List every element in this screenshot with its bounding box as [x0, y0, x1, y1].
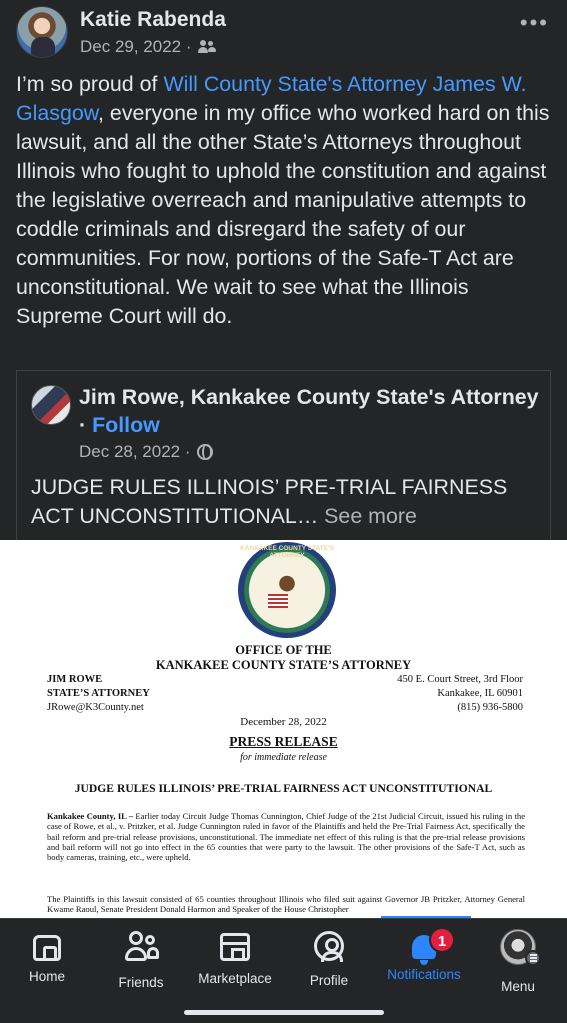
address-line-2: Kankakee, IL 60901 — [437, 688, 523, 699]
sender-name: JIM ROWE — [47, 674, 103, 685]
bottom-navigation: Home Friends Marketplace Profile 1 Notif… — [0, 918, 567, 1023]
shared-text: JUDGE RULES ILLINOIS’ PRE-TRIAL FAIRNESS… — [31, 473, 541, 531]
post-text: I’m so proud of Will County State's Atto… — [16, 70, 552, 331]
follow-button[interactable]: Follow — [92, 413, 160, 437]
sender-title: STATE’S ATTORNEY — [47, 688, 150, 699]
address-line-1: 450 E. Court Street, 3rd Floor — [397, 674, 523, 685]
press-release-title: PRESS RELEASE — [0, 734, 567, 750]
home-indicator — [184, 1010, 384, 1015]
county-seal-icon: KANKAKEE COUNTY STATE'S ATTORNEY — [238, 542, 336, 638]
more-options-icon[interactable]: ••• — [520, 10, 549, 36]
phone-number: (815) 936-5800 — [457, 702, 523, 713]
home-icon — [33, 935, 61, 961]
shared-text-body: JUDGE RULES ILLINOIS’ PRE-TRIAL FAIRNESS… — [31, 475, 508, 528]
immediate-release-label: for immediate release — [240, 752, 327, 763]
paragraph-lead: Kankakee County, IL – — [47, 811, 134, 821]
public-globe-icon — [196, 444, 213, 460]
author-avatar[interactable] — [16, 6, 68, 58]
post-text-body: , everyone in my office who worked hard … — [16, 101, 550, 328]
menu-avatar-icon — [500, 929, 541, 966]
shared-post-card[interactable]: Jim Rowe, Kankakee County State's Attorn… — [16, 370, 551, 540]
nav-label-profile: Profile — [309, 973, 349, 988]
marketplace-icon — [220, 933, 250, 961]
post-meta: Dec 29, 2022 · — [80, 37, 216, 57]
shared-meta: Dec 28, 2022 · — [79, 442, 213, 462]
press-release-image[interactable]: KANKAKEE COUNTY STATE'S ATTORNEY OFFICE … — [0, 540, 567, 918]
post-header: Katie Rabenda Dec 29, 2022 · ••• — [0, 0, 567, 70]
sender-block: JIM ROWE STATE’S ATTORNEY JRowe@K3County… — [47, 673, 150, 715]
shared-author-name[interactable]: Jim Rowe, Kankakee County State's Attorn… — [79, 385, 539, 409]
nav-profile[interactable]: Profile — [282, 931, 376, 988]
nav-notifications[interactable]: 1 Notifications — [377, 927, 471, 982]
nav-label-marketplace: Marketplace — [198, 971, 272, 986]
separator-dot: · — [79, 413, 93, 437]
friends-icon — [125, 931, 159, 963]
profile-icon — [314, 931, 344, 962]
post-date[interactable]: Dec 29, 2022 · — [80, 37, 192, 57]
shared-date[interactable]: Dec 28, 2022 · — [79, 442, 191, 462]
address-block: 450 E. Court Street, 3rd Floor Kankakee,… — [397, 673, 523, 715]
shared-author: Jim Rowe, Kankakee County State's Attorn… — [79, 383, 539, 439]
document-date: December 28, 2022 — [240, 716, 327, 728]
menu-hamburger-icon — [525, 950, 541, 966]
nav-menu[interactable]: Menu — [471, 929, 565, 994]
press-release-label: PRESS RELEASE — [229, 734, 338, 749]
seal-text: KANKAKEE COUNTY STATE'S ATTORNEY — [240, 545, 334, 559]
office-line-1: OFFICE OF THE — [235, 643, 332, 657]
nav-home[interactable]: Home — [0, 931, 94, 984]
office-line-2: KANKAKEE COUNTY STATE’S ATTORNEY — [155, 658, 412, 672]
nav-label-friends: Friends — [118, 975, 164, 990]
sender-email: JRowe@K3County.net — [47, 702, 144, 713]
document-paragraph-1: Kankakee County, IL – Earlier today Circ… — [47, 811, 525, 862]
nav-label-notifications: Notifications — [387, 967, 461, 982]
nav-friends[interactable]: Friends — [94, 931, 188, 990]
nav-label-menu: Menu — [501, 979, 535, 994]
nav-label-home: Home — [28, 969, 65, 984]
document-headline: JUDGE RULES ILLINOIS’ PRE-TRIAL FAIRNESS… — [74, 782, 493, 795]
see-more-link[interactable]: See more — [318, 504, 417, 528]
nav-marketplace[interactable]: Marketplace — [188, 931, 282, 986]
post-text-prefix: I’m so proud of — [16, 72, 164, 96]
author-name[interactable]: Katie Rabenda — [80, 8, 226, 32]
document-paragraph-2: The Plaintiffs in this lawsuit consisted… — [47, 894, 525, 915]
audience-friends-icon — [197, 40, 216, 54]
notification-badge: 1 — [429, 927, 455, 953]
shared-author-avatar[interactable] — [31, 385, 71, 425]
